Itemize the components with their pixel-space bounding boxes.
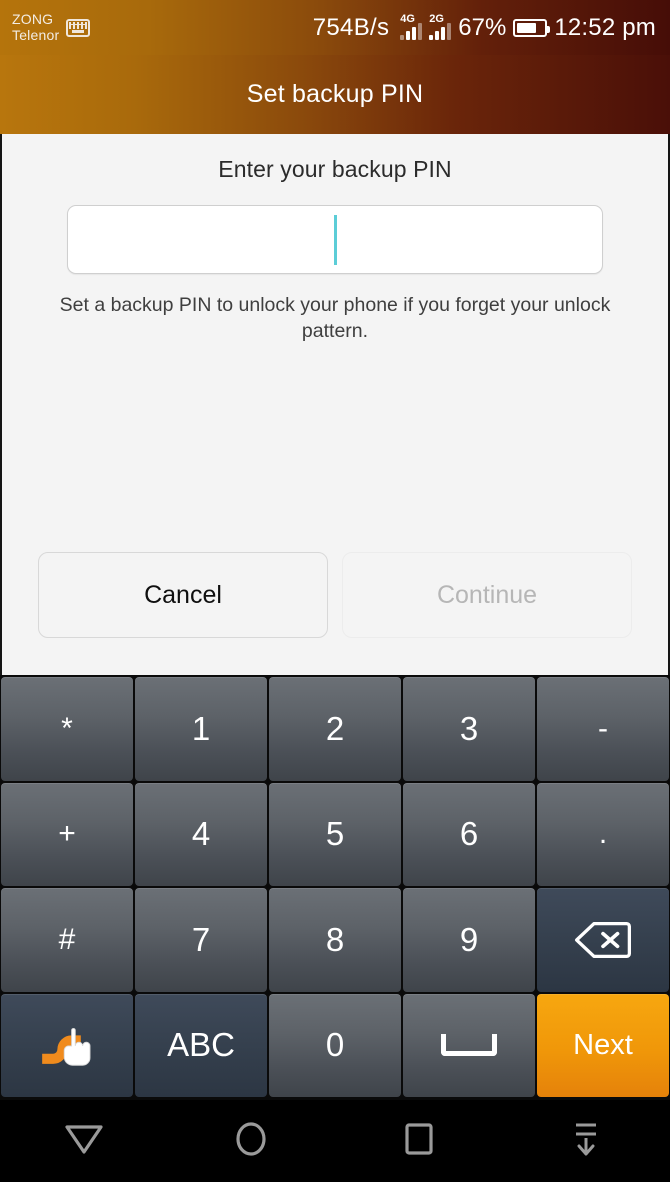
signal-icon-sim2: 2G xyxy=(429,12,452,40)
key-8-label: 8 xyxy=(325,920,345,958)
cancel-button[interactable]: Cancel xyxy=(38,552,328,638)
phone-screen: ZONG Telenor 754B/s 4G 2G 67% 12:52 pm S… xyxy=(0,0,670,1182)
key-5[interactable]: 5 xyxy=(269,782,401,886)
key-abc[interactable]: ABC xyxy=(135,993,267,1097)
action-button-row: Cancel Continue xyxy=(2,552,668,638)
key-plus[interactable]: + xyxy=(1,782,133,886)
key-asterisk[interactable]: * xyxy=(1,677,133,781)
key-space[interactable] xyxy=(403,993,535,1097)
key-6[interactable]: 6 xyxy=(403,782,535,886)
key-hash-label: # xyxy=(58,922,76,956)
key-hyphen-label: - xyxy=(598,711,608,745)
key-7[interactable]: 7 xyxy=(135,888,267,992)
navigation-bar xyxy=(0,1100,670,1182)
key-period[interactable]: . xyxy=(537,782,669,886)
signal-bar xyxy=(412,26,417,40)
key-7-label: 7 xyxy=(191,920,211,958)
key-2[interactable]: 2 xyxy=(269,677,401,781)
help-text: Set a backup PIN to unlock your phone if… xyxy=(59,294,611,343)
key-0-label: 0 xyxy=(325,1026,345,1064)
status-right-group: 754B/s 4G 2G 67% 12:52 pm xyxy=(312,12,656,42)
network-speed-text: 754B/s xyxy=(312,13,390,41)
key-3-label: 3 xyxy=(459,709,479,747)
signal-bar xyxy=(418,22,423,40)
key-8[interactable]: 8 xyxy=(269,888,401,992)
keyboard-row: * 1 2 3 - xyxy=(0,677,670,781)
key-4[interactable]: 4 xyxy=(135,782,267,886)
key-0[interactable]: 0 xyxy=(269,993,401,1097)
nav-recents-button[interactable] xyxy=(335,1100,503,1182)
back-icon xyxy=(63,1122,105,1161)
signal-bar xyxy=(406,30,411,40)
continue-button-label: Continue xyxy=(436,580,538,609)
text-caret xyxy=(333,214,337,265)
nav-home-button[interactable] xyxy=(168,1100,336,1182)
continue-button[interactable]: Continue xyxy=(342,552,632,638)
key-swipe-input[interactable] xyxy=(1,993,133,1097)
key-1[interactable]: 1 xyxy=(135,677,267,781)
battery-percent-text: 67% xyxy=(458,13,507,41)
key-2-label: 2 xyxy=(325,709,345,747)
key-asterisk-label: * xyxy=(61,711,73,745)
home-icon xyxy=(231,1119,271,1164)
clock-text: 12:52 pm xyxy=(554,13,656,41)
keyboard-row: ABC 0 Next xyxy=(0,993,670,1097)
key-next-label: Next xyxy=(573,1028,633,1061)
keyboard-icon xyxy=(66,18,91,37)
numeric-keyboard: * 1 2 3 - +4 5 6. #7 8 9 ABC 0 Next xyxy=(0,675,670,1100)
key-hash[interactable]: # xyxy=(1,888,133,992)
recents-icon xyxy=(400,1120,438,1163)
pin-input[interactable] xyxy=(67,205,603,274)
key-5-label: 5 xyxy=(325,815,345,853)
signal-bar xyxy=(435,30,440,40)
signal-bar xyxy=(429,34,434,40)
main-content: Enter your backup PIN Set a backup PIN t… xyxy=(0,134,670,675)
key-plus-label: + xyxy=(58,817,76,851)
backspace-icon xyxy=(574,920,632,960)
network-type-2g-label: 2G xyxy=(429,12,444,25)
carrier-sim2: Telenor xyxy=(12,26,60,43)
key-next[interactable]: Next xyxy=(537,993,669,1097)
key-6-label: 6 xyxy=(459,815,479,853)
carrier-info: ZONG Telenor xyxy=(12,12,91,42)
cancel-button-label: Cancel xyxy=(144,580,222,609)
keyboard-row: +4 5 6. xyxy=(0,782,670,886)
nav-hide-keyboard-button[interactable] xyxy=(503,1100,670,1182)
status-bar: ZONG Telenor 754B/s 4G 2G 67% 12:52 pm xyxy=(0,0,670,55)
swipe-input-icon xyxy=(36,1022,98,1068)
key-9[interactable]: 9 xyxy=(403,888,535,992)
nav-back-button[interactable] xyxy=(0,1100,168,1182)
signal-bar xyxy=(400,34,405,40)
signal-bar xyxy=(447,22,452,40)
key-9-label: 9 xyxy=(459,920,479,958)
page-title: Set backup PIN xyxy=(246,80,424,108)
hide-keyboard-icon xyxy=(566,1118,606,1165)
carrier-sim1: ZONG xyxy=(12,11,54,28)
prompt-label: Enter your backup PIN xyxy=(218,156,452,182)
key-hyphen[interactable]: - xyxy=(537,677,669,781)
signal-bar xyxy=(441,26,446,40)
key-abc-label: ABC xyxy=(167,1026,235,1064)
battery-icon xyxy=(513,18,551,37)
network-type-4g-label: 4G xyxy=(400,12,415,25)
space-icon xyxy=(441,1034,497,1057)
key-3[interactable]: 3 xyxy=(403,677,535,781)
battery-fill xyxy=(517,22,536,33)
title-bar: Set backup PIN xyxy=(0,55,670,134)
key-period-label: . xyxy=(598,817,608,851)
keyboard-row: #7 8 9 xyxy=(0,888,670,992)
key-1-label: 1 xyxy=(191,709,211,747)
key-backspace[interactable] xyxy=(537,888,669,992)
signal-icon-sim1: 4G xyxy=(400,12,423,40)
carrier-names: ZONG Telenor xyxy=(12,12,59,42)
key-4-label: 4 xyxy=(191,815,211,853)
